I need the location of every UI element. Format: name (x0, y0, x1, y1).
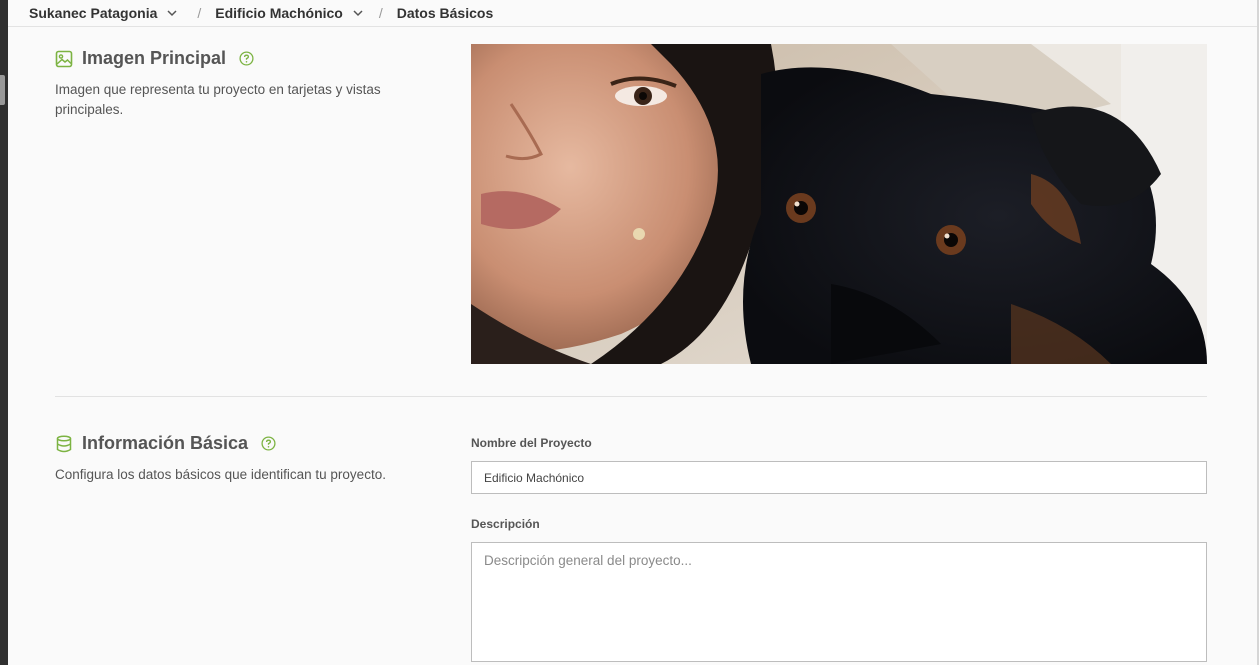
project-name-label: Nombre del Proyecto (471, 436, 592, 450)
breadcrumb: Sukanec Patagonia / Edificio Machónico /… (8, 0, 1257, 27)
chevron-down-icon[interactable] (353, 8, 363, 18)
project-name-input[interactable] (471, 461, 1207, 494)
left-window-edge (0, 0, 8, 665)
breadcrumb-project[interactable]: Edificio Machónico (215, 5, 363, 21)
breadcrumb-separator: / (378, 5, 383, 21)
database-icon (55, 434, 73, 453)
breadcrumb-company[interactable]: Sukanec Patagonia (29, 5, 177, 21)
basic-info-section-description: Configura los datos básicos que identifi… (55, 467, 386, 482)
breadcrumb-current-label: Datos Básicos (396, 5, 494, 21)
basic-info-section-title: Información Básica (55, 433, 276, 454)
project-main-image[interactable] (471, 44, 1207, 364)
description-label: Descripción (471, 517, 540, 531)
image-section-description: Imagen que representa tu proyecto en tar… (55, 82, 381, 117)
breadcrumb-separator: / (197, 5, 202, 21)
help-circle-icon[interactable] (261, 436, 276, 451)
image-section-title-text: Imagen Principal (82, 48, 227, 68)
chevron-down-icon[interactable] (167, 8, 177, 18)
side-handle[interactable] (0, 75, 5, 105)
breadcrumb-project-label: Edificio Machónico (215, 5, 343, 21)
help-circle-icon[interactable] (239, 51, 254, 66)
breadcrumb-current-page: Datos Básicos (397, 5, 493, 21)
basic-info-section-title-text: Información Básica (82, 433, 249, 453)
breadcrumb-company-label: Sukanec Patagonia (29, 5, 158, 21)
section-divider (55, 396, 1207, 397)
image-section-title: Imagen Principal (55, 48, 254, 69)
description-textarea[interactable] (471, 542, 1207, 662)
image-icon (55, 50, 73, 68)
